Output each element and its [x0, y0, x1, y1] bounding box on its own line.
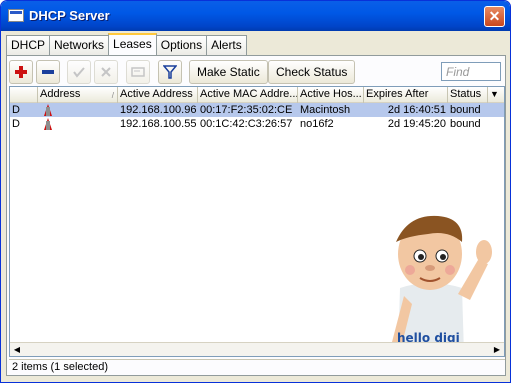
row-expires: 2d 16:40:51 [387, 104, 446, 116]
column-address[interactable]: Address / [38, 87, 118, 103]
tab-options[interactable]: Options [155, 35, 208, 55]
filter-button[interactable] [158, 60, 182, 84]
close-button[interactable]: ✕ [484, 6, 505, 27]
column-address-label: Address [40, 88, 81, 100]
status-bar: 2 items (1 selected) [9, 359, 505, 375]
horizontal-scrollbar[interactable]: ◀ ▶ [10, 342, 504, 356]
row-flag: D [12, 118, 20, 130]
window-app-icon [8, 9, 24, 22]
column-status[interactable]: Status [448, 87, 488, 103]
row-address [38, 103, 118, 117]
toolbar: Make Static Check Status [9, 60, 505, 84]
row-expires: 2d 19:45:20 [387, 118, 446, 130]
table-row[interactable]: D 192.168.100.96 00:17:F2:35:02:CE Macin… [10, 103, 504, 117]
row-active-address: 192.168.100.55 [120, 118, 197, 130]
filter-icon [163, 65, 177, 79]
comment-button[interactable] [126, 60, 150, 84]
window-title: DHCP Server [29, 8, 110, 23]
column-flag[interactable] [10, 87, 38, 103]
row-host: no16f2 [300, 118, 334, 130]
scroll-left-icon[interactable]: ◀ [12, 345, 22, 355]
remove-button[interactable] [36, 60, 60, 84]
tab-dhcp[interactable]: DHCP [6, 35, 51, 55]
row-flag: D [12, 104, 20, 116]
column-menu[interactable]: ▼ [488, 87, 504, 103]
enable-icon [73, 67, 85, 78]
make-static-button[interactable]: Make Static [189, 60, 268, 84]
add-button[interactable] [9, 60, 33, 84]
tab-bar: DHCP Networks Leases Options Alerts [6, 33, 247, 55]
enable-button[interactable] [67, 60, 91, 84]
leases-panel: Make Static Check Status Address / Active… [6, 55, 506, 376]
table-row[interactable]: D 192.168.100.55 00:1C:42:C3:26:57 no16f… [10, 117, 504, 131]
column-menu-icon: ▼ [490, 89, 499, 99]
row-address [38, 117, 118, 131]
scroll-right-icon[interactable]: ▶ [492, 345, 502, 355]
row-active-address: 192.168.100.96 [120, 104, 197, 116]
lease-type-icon [44, 104, 52, 116]
disable-button[interactable] [94, 60, 118, 84]
row-host: Macintosh [300, 104, 351, 116]
row-status: bound [450, 118, 481, 130]
dhcp-server-window: DHCP Server ✕ DHCP Networks Leases Optio… [0, 0, 511, 383]
lease-type-icon [44, 118, 52, 130]
leases-table: Address / Active Address Active MAC Addre… [9, 86, 505, 357]
column-active-address[interactable]: Active Address [118, 87, 198, 103]
add-icon [15, 66, 27, 78]
tab-leases[interactable]: Leases [108, 33, 157, 55]
disable-icon [101, 67, 111, 77]
column-expires-after[interactable]: Expires After [364, 87, 448, 103]
row-status: bound [450, 104, 481, 116]
tab-alerts[interactable]: Alerts [206, 35, 247, 55]
tab-networks[interactable]: Networks [49, 35, 110, 55]
table-header: Address / Active Address Active MAC Addre… [10, 87, 504, 103]
find-input[interactable] [441, 62, 501, 81]
comment-icon [131, 67, 145, 77]
check-status-button[interactable]: Check Status [268, 60, 356, 84]
remove-icon [42, 70, 54, 74]
sort-asc-icon: / [111, 91, 114, 100]
column-active-host[interactable]: Active Hos... [298, 87, 364, 103]
title-bar[interactable]: DHCP Server ✕ [1, 1, 510, 31]
column-active-mac[interactable]: Active MAC Addre... [198, 87, 298, 103]
row-mac: 00:1C:42:C3:26:57 [200, 118, 293, 130]
row-mac: 00:17:F2:35:02:CE [200, 104, 293, 116]
